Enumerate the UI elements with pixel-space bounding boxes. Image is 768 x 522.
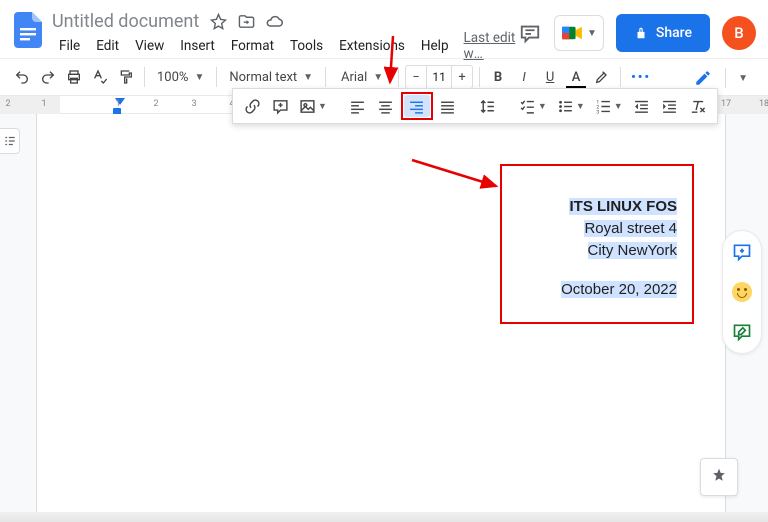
toolbar-separator	[398, 67, 399, 87]
more-tools-button[interactable]: •••	[627, 64, 655, 90]
menu-bar: File Edit View Insert Format Tools Exten…	[52, 34, 518, 58]
document-text[interactable]: ITS LINUX FOS Royal street 4 City NewYor…	[561, 196, 677, 301]
spellcheck-icon[interactable]	[88, 64, 112, 90]
align-center-icon[interactable]	[373, 92, 399, 120]
text-line-3: City NewYork	[588, 242, 677, 259]
font-size-control[interactable]: − 11 +	[405, 65, 473, 89]
last-edit-link[interactable]: Last edit w…	[464, 30, 518, 62]
page[interactable]: ITS LINUX FOS Royal street 4 City NewYor…	[36, 114, 726, 512]
font-size-decrease[interactable]: −	[406, 70, 426, 85]
redo-icon[interactable]	[36, 64, 60, 90]
cloud-status-icon[interactable]	[265, 12, 283, 30]
zoom-select[interactable]: 100%▼	[151, 64, 210, 90]
menu-file[interactable]: File	[52, 36, 87, 56]
emoji-reaction-icon[interactable]	[731, 281, 753, 303]
floating-toolbar: ▼ ▼ ▼ 123▼	[232, 88, 718, 124]
add-comment-icon[interactable]	[731, 241, 753, 263]
menu-view[interactable]: View	[128, 36, 171, 56]
text-color-button[interactable]: A	[564, 64, 588, 90]
menu-tools[interactable]: Tools	[283, 36, 330, 56]
menu-insert[interactable]: Insert	[173, 36, 222, 56]
star-icon[interactable]	[209, 12, 227, 30]
document-canvas: ITS LINUX FOS Royal street 4 City NewYor…	[0, 114, 768, 512]
menu-extensions[interactable]: Extensions	[332, 36, 412, 56]
undo-icon[interactable]	[10, 64, 34, 90]
align-left-icon[interactable]	[345, 92, 371, 120]
scrollbar-track	[0, 512, 768, 522]
text-line-1: ITS LINUX FOS	[569, 198, 677, 215]
document-title[interactable]: Untitled document	[52, 11, 199, 32]
increase-indent-icon[interactable]	[657, 92, 683, 120]
align-right-highlight	[401, 92, 433, 120]
align-justify-icon[interactable]	[435, 92, 461, 120]
docs-logo[interactable]	[10, 12, 46, 48]
chevron-down-icon: ▼	[734, 73, 752, 84]
numbered-list-icon[interactable]: 123▼	[591, 92, 627, 120]
highlight-color-button[interactable]	[590, 64, 614, 90]
share-label: Share	[656, 25, 692, 41]
text-line-4: October 20, 2022	[561, 281, 677, 298]
italic-button[interactable]: I	[512, 64, 536, 90]
align-right-icon[interactable]	[404, 95, 430, 117]
font-size-increase[interactable]: +	[452, 70, 472, 85]
toolbar-separator	[325, 67, 326, 87]
insert-link-icon[interactable]	[239, 92, 265, 120]
open-comments-icon[interactable]	[518, 21, 542, 45]
clear-formatting-icon[interactable]	[685, 92, 711, 120]
menu-format[interactable]: Format	[224, 36, 281, 56]
account-avatar[interactable]: B	[722, 16, 756, 50]
line-spacing-icon[interactable]	[475, 92, 501, 120]
checklist-icon[interactable]: ▼	[515, 92, 551, 120]
toolbar-separator	[620, 67, 621, 87]
toolbar-separator	[216, 67, 217, 87]
print-icon[interactable]	[62, 64, 86, 90]
bulleted-list-icon[interactable]: ▼	[553, 92, 589, 120]
toolbar-separator	[479, 67, 480, 87]
contextual-actions-strip	[722, 230, 762, 354]
svg-text:3: 3	[596, 109, 599, 114]
add-comment-icon[interactable]	[267, 92, 293, 120]
editing-mode-button[interactable]: ▼	[689, 66, 752, 90]
explore-button[interactable]	[700, 458, 738, 496]
pencil-icon	[689, 66, 717, 90]
font-select[interactable]: Arial▼	[332, 64, 392, 90]
share-button[interactable]: Share	[616, 14, 710, 52]
meet-button[interactable]: ▼	[554, 15, 604, 51]
menu-edit[interactable]: Edit	[89, 36, 126, 56]
move-icon[interactable]	[237, 12, 255, 30]
styles-select[interactable]: Normal text▼	[223, 64, 319, 90]
bold-button[interactable]: B	[486, 64, 510, 90]
paint-format-icon[interactable]	[114, 64, 138, 90]
menu-help[interactable]: Help	[414, 36, 456, 56]
font-size-value[interactable]: 11	[426, 66, 452, 88]
suggest-edits-icon[interactable]	[731, 321, 753, 343]
text-line-2: Royal street 4	[584, 220, 677, 237]
underline-button[interactable]: U	[538, 64, 562, 90]
decrease-indent-icon[interactable]	[629, 92, 655, 120]
divider	[725, 68, 726, 88]
insert-image-icon[interactable]: ▼	[295, 92, 331, 120]
toolbar-separator	[144, 67, 145, 87]
outline-toggle-icon[interactable]	[0, 128, 20, 154]
